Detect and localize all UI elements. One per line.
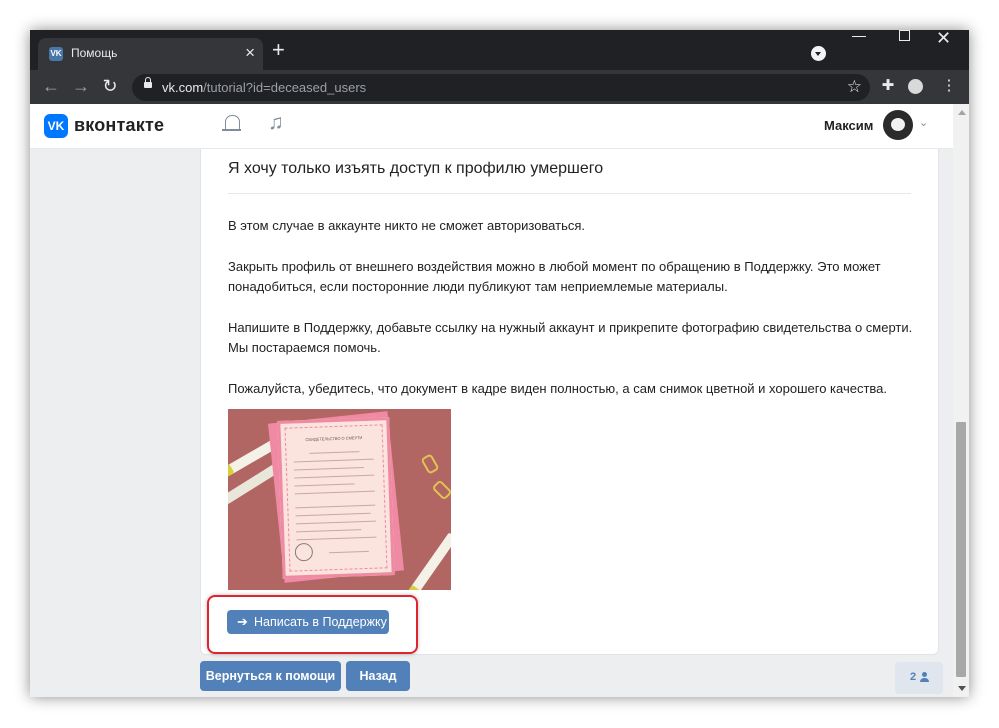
paragraph-2: Закрыть профиль от внешнего воздействия … (228, 259, 881, 294)
browser-window: VK Помощь × + ✕ ← → ↻ vk.com/tutorial?id… (30, 30, 969, 697)
chevron-down-icon[interactable]: ⌄ (919, 116, 928, 129)
death-certificate-illustration: СВИДЕТЕЛЬСТВО О СМЕРТИ (228, 409, 451, 590)
back-button[interactable]: Назад (346, 661, 410, 691)
star-icon[interactable]: ☆ (847, 77, 862, 97)
url-text: vk.com/tutorial?id=deceased_users (162, 80, 367, 95)
write-to-support-label: Написать в Поддержку (254, 615, 387, 629)
puzzle-icon[interactable]: ✚ (877, 75, 899, 97)
online-counter-button[interactable]: 2 (895, 662, 943, 694)
scroll-down-icon[interactable] (958, 686, 966, 691)
paragraph-3: Напишите в Поддержку, добавьте ссылку на… (228, 320, 913, 355)
article-heading: Я хочу только изъять доступ к профилю ум… (228, 160, 604, 177)
back-to-help-button[interactable]: Вернуться к помощи (200, 661, 341, 691)
kebab-menu-icon[interactable]: ⋮ (938, 75, 960, 97)
avatar[interactable] (883, 110, 913, 140)
paperclip-decoration (431, 479, 451, 501)
new-tab-plus-icon[interactable]: + (272, 39, 285, 61)
bell-icon[interactable] (222, 115, 241, 131)
reload-icon[interactable]: ↻ (99, 75, 121, 97)
divider (228, 193, 911, 194)
vk-favicon-icon: VK (49, 47, 63, 61)
minimize-icon[interactable] (852, 36, 866, 37)
window-close-icon[interactable]: ✕ (936, 30, 951, 47)
paragraph-4: Пожалуйста, убедитесь, что документ в ка… (228, 381, 888, 396)
write-to-support-button[interactable]: ➔ Написать в Поддержку (227, 610, 389, 634)
lock-icon (144, 77, 152, 88)
tab-title: Помощь (71, 46, 118, 60)
maximize-icon[interactable] (899, 30, 910, 41)
certificate-paper: СВИДЕТЕЛЬСТВО О СМЕРТИ (277, 417, 395, 579)
counter-value: 2 (910, 671, 917, 683)
profile-avatar-icon[interactable] (908, 79, 923, 94)
tab-strip: VK Помощь × + ✕ (30, 30, 969, 70)
media-control-icon[interactable] (811, 46, 826, 61)
tab-help[interactable]: VK Помощь × (38, 38, 263, 70)
site-header: VK вконтакте ♫ Максим ⌄ (30, 104, 953, 149)
browser-toolbar: ← → ↻ vk.com/tutorial?id=deceased_users … (30, 70, 969, 104)
paragraph-1: В этом случае в аккаунте никто не сможет… (228, 218, 586, 233)
music-note-icon[interactable]: ♫ (268, 110, 284, 136)
user-name[interactable]: Максим (824, 118, 873, 133)
scrollbar-thumb[interactable] (956, 422, 966, 677)
arrow-right-icon[interactable]: → (70, 75, 92, 97)
address-bar[interactable]: vk.com/tutorial?id=deceased_users ☆ (132, 74, 870, 101)
page-scrollbar[interactable] (953, 104, 969, 697)
close-icon[interactable]: × (245, 43, 255, 63)
pencil-decoration (408, 532, 451, 590)
arrow-right-icon: ➔ (237, 614, 248, 629)
vk-logo-icon[interactable]: VK (44, 114, 68, 138)
paperclip-decoration (420, 453, 440, 475)
scroll-up-icon[interactable] (958, 110, 966, 115)
person-icon (920, 672, 930, 682)
help-article-card: Я хочу только изъять доступ к профилю ум… (200, 149, 939, 655)
site-name[interactable]: вконтакте (74, 115, 164, 136)
arrow-left-icon[interactable]: ← (40, 75, 62, 97)
